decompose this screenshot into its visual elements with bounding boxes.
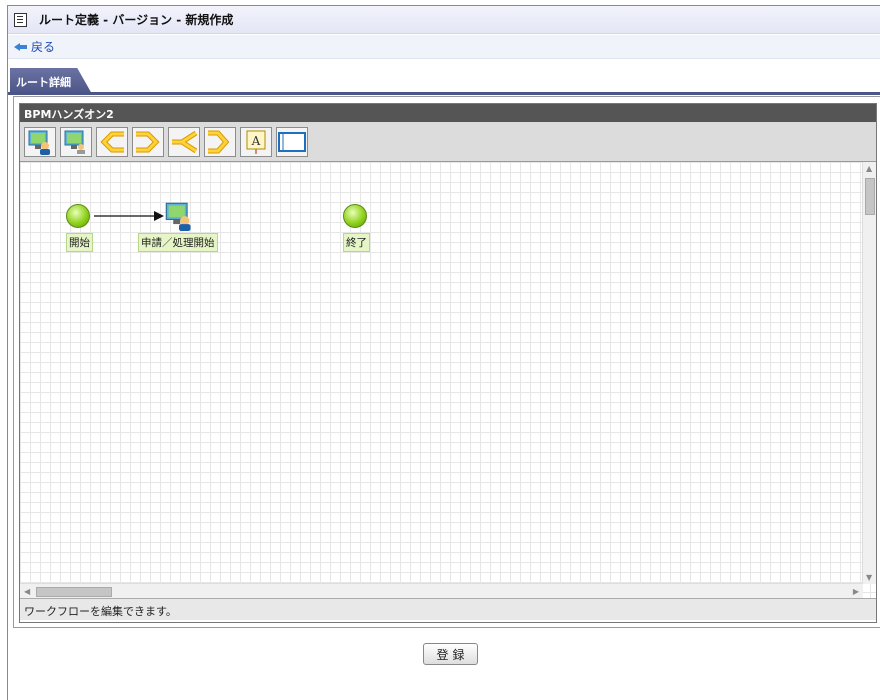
horizontal-scroll-thumb[interactable] [36,587,112,597]
workflow-canvas[interactable]: 開始 申請／処理開始 終了 ▲ ▼ ◀ ▶ [20,162,876,599]
branch-end-tool[interactable] [132,126,164,157]
start-node[interactable] [66,204,90,228]
scroll-up-icon[interactable]: ▲ [866,164,872,173]
tab-route-detail[interactable]: ルート詳細 [10,68,92,94]
page-title: ルート定義 - バージョン - 新規作成 [39,13,234,27]
process-node-icon [28,130,50,155]
task-node-label: 申請／処理開始 [138,233,218,252]
branch-start-icon [100,131,124,152]
split-start-tool[interactable] [168,126,200,157]
back-bar: 戻る [8,35,880,59]
split-end-icon [208,130,230,153]
approval-node-tool[interactable] [60,126,92,157]
approval-node-icon [64,130,85,154]
process-node-icon [165,202,191,231]
editor-title: BPMハンズオン2 [20,104,876,122]
frame-tool[interactable] [276,126,308,157]
register-button[interactable]: 登録 [423,643,478,665]
window: ルート定義 - バージョン - 新規作成 戻る ルート詳細 BPMハンズオン2 [7,5,880,700]
branch-start-tool[interactable] [96,126,128,157]
horizontal-scrollbar[interactable]: ◀ ▶ [20,583,863,598]
start-node-label: 開始 [66,233,93,252]
scroll-right-icon[interactable]: ▶ [853,587,859,596]
workflow-editor: BPMハンズオン2 A 開始 申請／処理開始 終了 ▲ ▼ ◀ ▶ ワークフロー… [19,103,877,623]
split-start-icon [172,130,198,153]
vertical-scrollbar[interactable]: ▲ ▼ [862,162,876,584]
scroll-left-icon[interactable]: ◀ [24,587,30,596]
vertical-scroll-thumb[interactable] [865,178,875,215]
connector-arrow[interactable] [92,210,164,222]
scroll-down-icon[interactable]: ▼ [866,573,872,582]
end-node[interactable] [343,204,367,228]
editor-toolbar: A [20,122,876,162]
split-end-tool[interactable] [204,126,236,157]
back-label: 戻る [31,40,56,54]
process-node-tool[interactable] [24,126,56,157]
back-arrow-icon [14,42,28,52]
svg-text:A: A [251,134,261,148]
text-annotation-icon: A [246,130,266,154]
document-icon [14,12,27,27]
end-node-label: 終了 [343,233,370,252]
route-detail-panel: BPMハンズオン2 A 開始 申請／処理開始 終了 ▲ ▼ ◀ ▶ ワークフロー… [13,96,880,628]
tab-underline [8,92,880,95]
back-link[interactable]: 戻る [14,38,55,55]
text-annotation-tool[interactable]: A [240,126,272,157]
status-bar: ワークフローを編集できます。 [20,599,876,620]
task-node[interactable] [164,201,194,231]
tab-row: ルート詳細 [8,66,880,94]
frame-icon [278,131,306,152]
branch-end-icon [136,131,160,152]
title-bar: ルート定義 - バージョン - 新規作成 [8,6,880,34]
